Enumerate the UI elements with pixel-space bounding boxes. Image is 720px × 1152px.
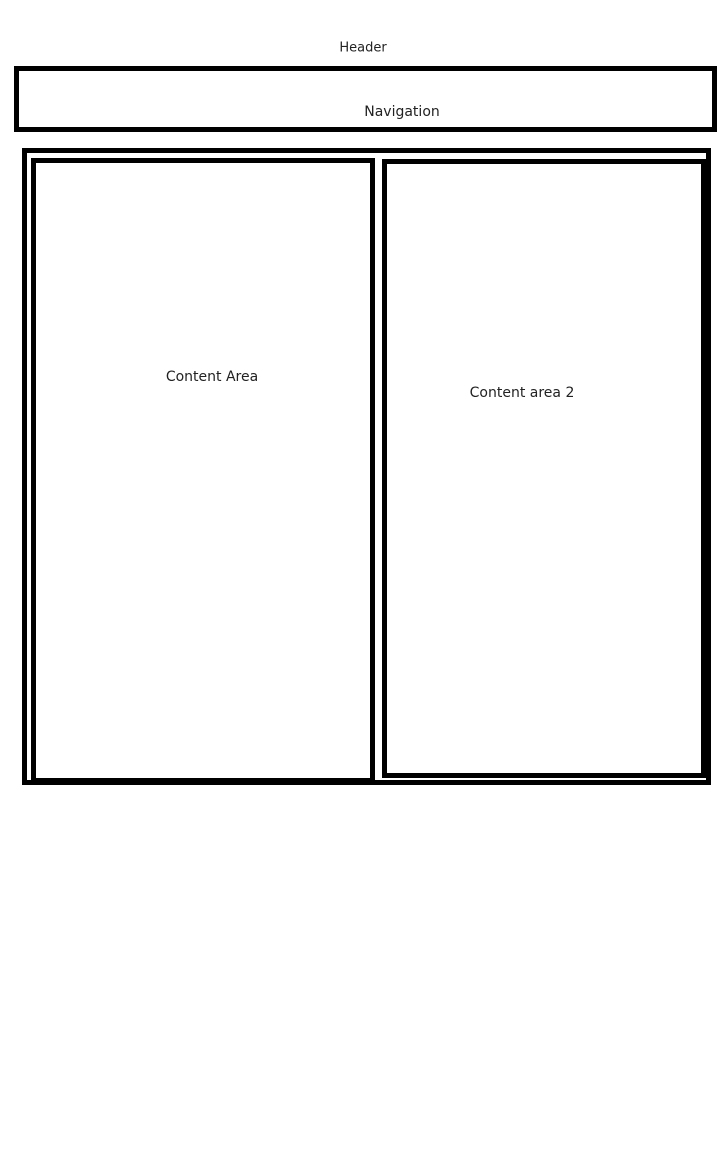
- content-area-1: Content Area: [31, 158, 375, 783]
- content-area-2-label: Content area 2: [469, 385, 575, 401]
- navigation-label: Navigation: [364, 104, 440, 120]
- main-container: Content Area Content area 2: [22, 148, 711, 785]
- content-area-1-label: Content Area: [165, 369, 259, 385]
- header-label: Header: [339, 40, 387, 56]
- navigation-box: Navigation: [14, 66, 717, 132]
- content-area-2: Content area 2: [382, 159, 706, 778]
